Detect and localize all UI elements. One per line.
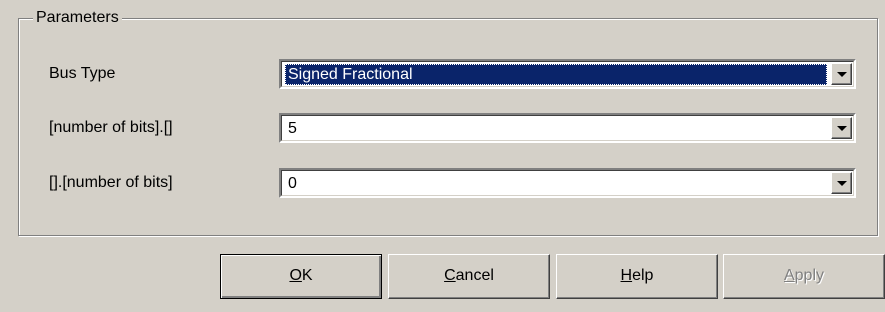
fraction-bits-dropdown[interactable]: 0 bbox=[279, 168, 856, 198]
integer-bits-label: [number of bits].[] bbox=[49, 119, 173, 136]
chevron-down-icon bbox=[837, 126, 847, 131]
apply-button-label-rest: pply bbox=[794, 267, 825, 284]
bus-type-label: Bus Type bbox=[49, 65, 116, 82]
integer-bits-dropdown-frame: 5 bbox=[281, 115, 854, 141]
integer-bits-dropdown-button[interactable] bbox=[831, 117, 852, 139]
fraction-bits-value: 0 bbox=[288, 175, 297, 192]
ok-button[interactable]: OK bbox=[220, 254, 382, 299]
bus-type-dropdown-button[interactable] bbox=[831, 63, 852, 85]
parameters-group-title: Parameters bbox=[33, 8, 122, 28]
bus-type-dropdown[interactable]: Signed Fractional bbox=[279, 59, 856, 89]
cancel-button-label-rest: ancel bbox=[455, 267, 494, 284]
integer-bits-value: 5 bbox=[288, 120, 297, 137]
fraction-bits-label: [].[number of bits] bbox=[49, 174, 173, 191]
help-button-mnemonic: H bbox=[620, 267, 633, 284]
bus-type-value: Signed Fractional bbox=[285, 64, 827, 85]
fraction-bits-dropdown-frame: 0 bbox=[281, 170, 854, 196]
parameters-group: Parameters Bus Type Signed Fractional [n… bbox=[18, 8, 878, 236]
ok-button-mnemonic: O bbox=[289, 267, 302, 284]
chevron-down-icon bbox=[837, 72, 847, 77]
integer-bits-dropdown[interactable]: 5 bbox=[279, 113, 856, 143]
fraction-bits-dropdown-button[interactable] bbox=[831, 172, 852, 194]
bus-type-dropdown-frame: Signed Fractional bbox=[281, 61, 854, 87]
cancel-button[interactable]: Cancel bbox=[388, 254, 550, 299]
apply-button[interactable]: Apply bbox=[723, 254, 885, 299]
help-button[interactable]: Help bbox=[556, 254, 718, 299]
ok-button-label-rest: K bbox=[301, 267, 313, 284]
chevron-down-icon bbox=[837, 181, 847, 186]
apply-button-mnemonic: A bbox=[783, 267, 795, 284]
help-button-label-rest: elp bbox=[632, 267, 654, 284]
cancel-button-mnemonic: C bbox=[444, 267, 456, 284]
